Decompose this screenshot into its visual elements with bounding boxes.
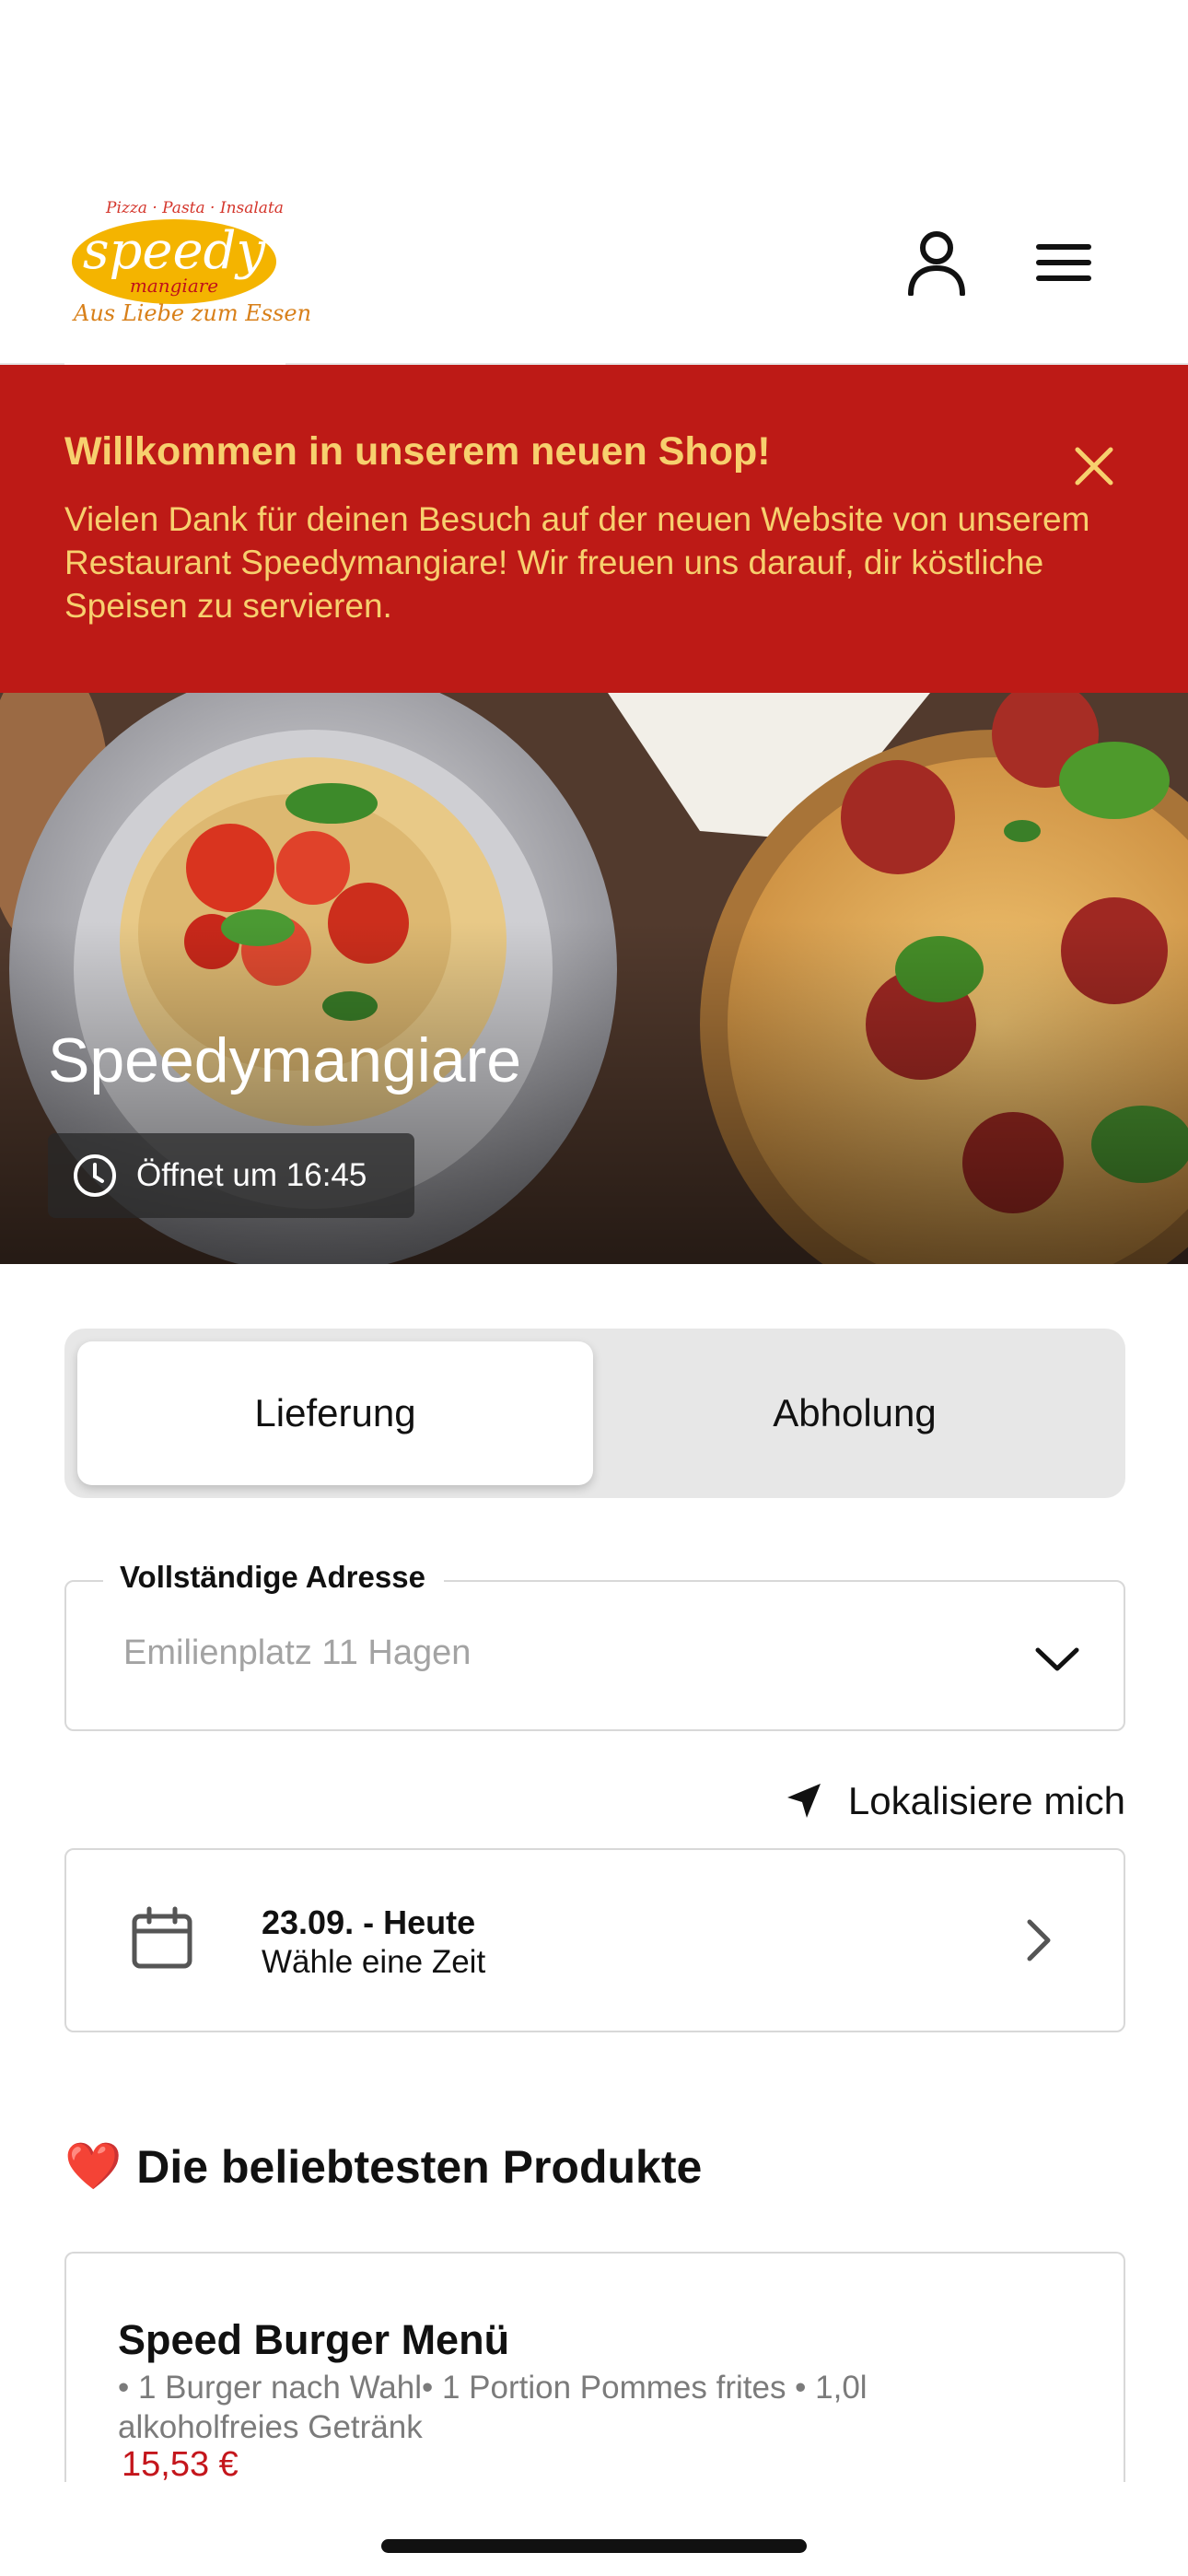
opening-text: Öffnet um 16:45 <box>136 1157 367 1193</box>
product-price: 15,53 € <box>122 2445 239 2482</box>
chevron-right-icon[interactable] <box>1006 1907 1072 1973</box>
tab-lieferung[interactable]: Lieferung <box>77 1341 593 1485</box>
logo[interactable]: Pizza · Pasta · Insalata speedy mangiare… <box>64 184 311 373</box>
logo-oval: speedy mangiare <box>72 219 276 304</box>
locate-label: Lokalisiere mich <box>847 1779 1125 1822</box>
restaurant-name: Speedymangiare <box>48 1025 522 1095</box>
product-card[interactable]: Speed Burger Menü • 1 Burger nach Wahl• … <box>64 2252 1125 2482</box>
clock-icon <box>74 1154 116 1197</box>
locate-me-button[interactable]: Lokalisiere mich <box>755 1769 1125 1833</box>
close-icon[interactable] <box>1057 429 1131 503</box>
logo-tagline-bottom: Aus Liebe zum Essen <box>74 300 312 326</box>
address-input[interactable]: Emilienplatz 11 Hagen <box>123 1633 471 1673</box>
product-description: • 1 Burger nach Wahl• 1 Portion Pommes f… <box>118 2370 868 2445</box>
banner-text: Vielen Dank für deinen Besuch auf der ne… <box>64 500 1090 625</box>
header: Pizza · Pasta · Insalata speedy mangiare… <box>0 0 1188 373</box>
chevron-down-icon[interactable] <box>1024 1626 1090 1692</box>
home-indicator <box>381 2539 807 2553</box>
product-name: Speed Burger Menü <box>118 2316 510 2363</box>
hero-image: Speedymangiare Öffnet um 16:45 <box>0 693 1188 1264</box>
calendar-icon <box>132 1906 192 1969</box>
logo-sub: mangiare <box>129 275 219 297</box>
opening-badge: Öffnet um 16:45 <box>48 1133 414 1218</box>
address-label: Vollständige Adresse <box>103 1560 444 1595</box>
date-label: 23.09. - Heute <box>262 1903 476 1941</box>
logo-wordmark: speedy <box>82 221 266 281</box>
order-mode-toggle: Lieferung Abholung <box>64 1329 1125 1498</box>
heart-icon: ❤️ <box>64 2140 122 2192</box>
logo-tagline-top: Pizza · Pasta · Insalata <box>106 199 284 217</box>
time-prompt: Wähle eine Zeit <box>262 1944 486 1980</box>
section-title-text: Die beliebtesten Produkte <box>136 2140 703 2193</box>
hamburger-menu-icon[interactable] <box>1022 221 1105 304</box>
user-icon[interactable] <box>895 221 978 304</box>
section-title: ❤️ Die beliebtesten Produkte <box>64 2139 702 2194</box>
address-field[interactable]: Vollständige Adresse Emilienplatz 11 Hag… <box>64 1560 1125 1731</box>
tab-abholung[interactable]: Abholung <box>597 1341 1112 1485</box>
banner-title: Willkommen in unserem neuen Shop! <box>64 429 771 474</box>
date-time-selector[interactable]: 23.09. - Heute Wähle eine Zeit <box>64 1848 1125 2032</box>
location-arrow-icon <box>786 1784 821 1818</box>
welcome-banner: Willkommen in unserem neuen Shop! Vielen… <box>0 365 1188 693</box>
